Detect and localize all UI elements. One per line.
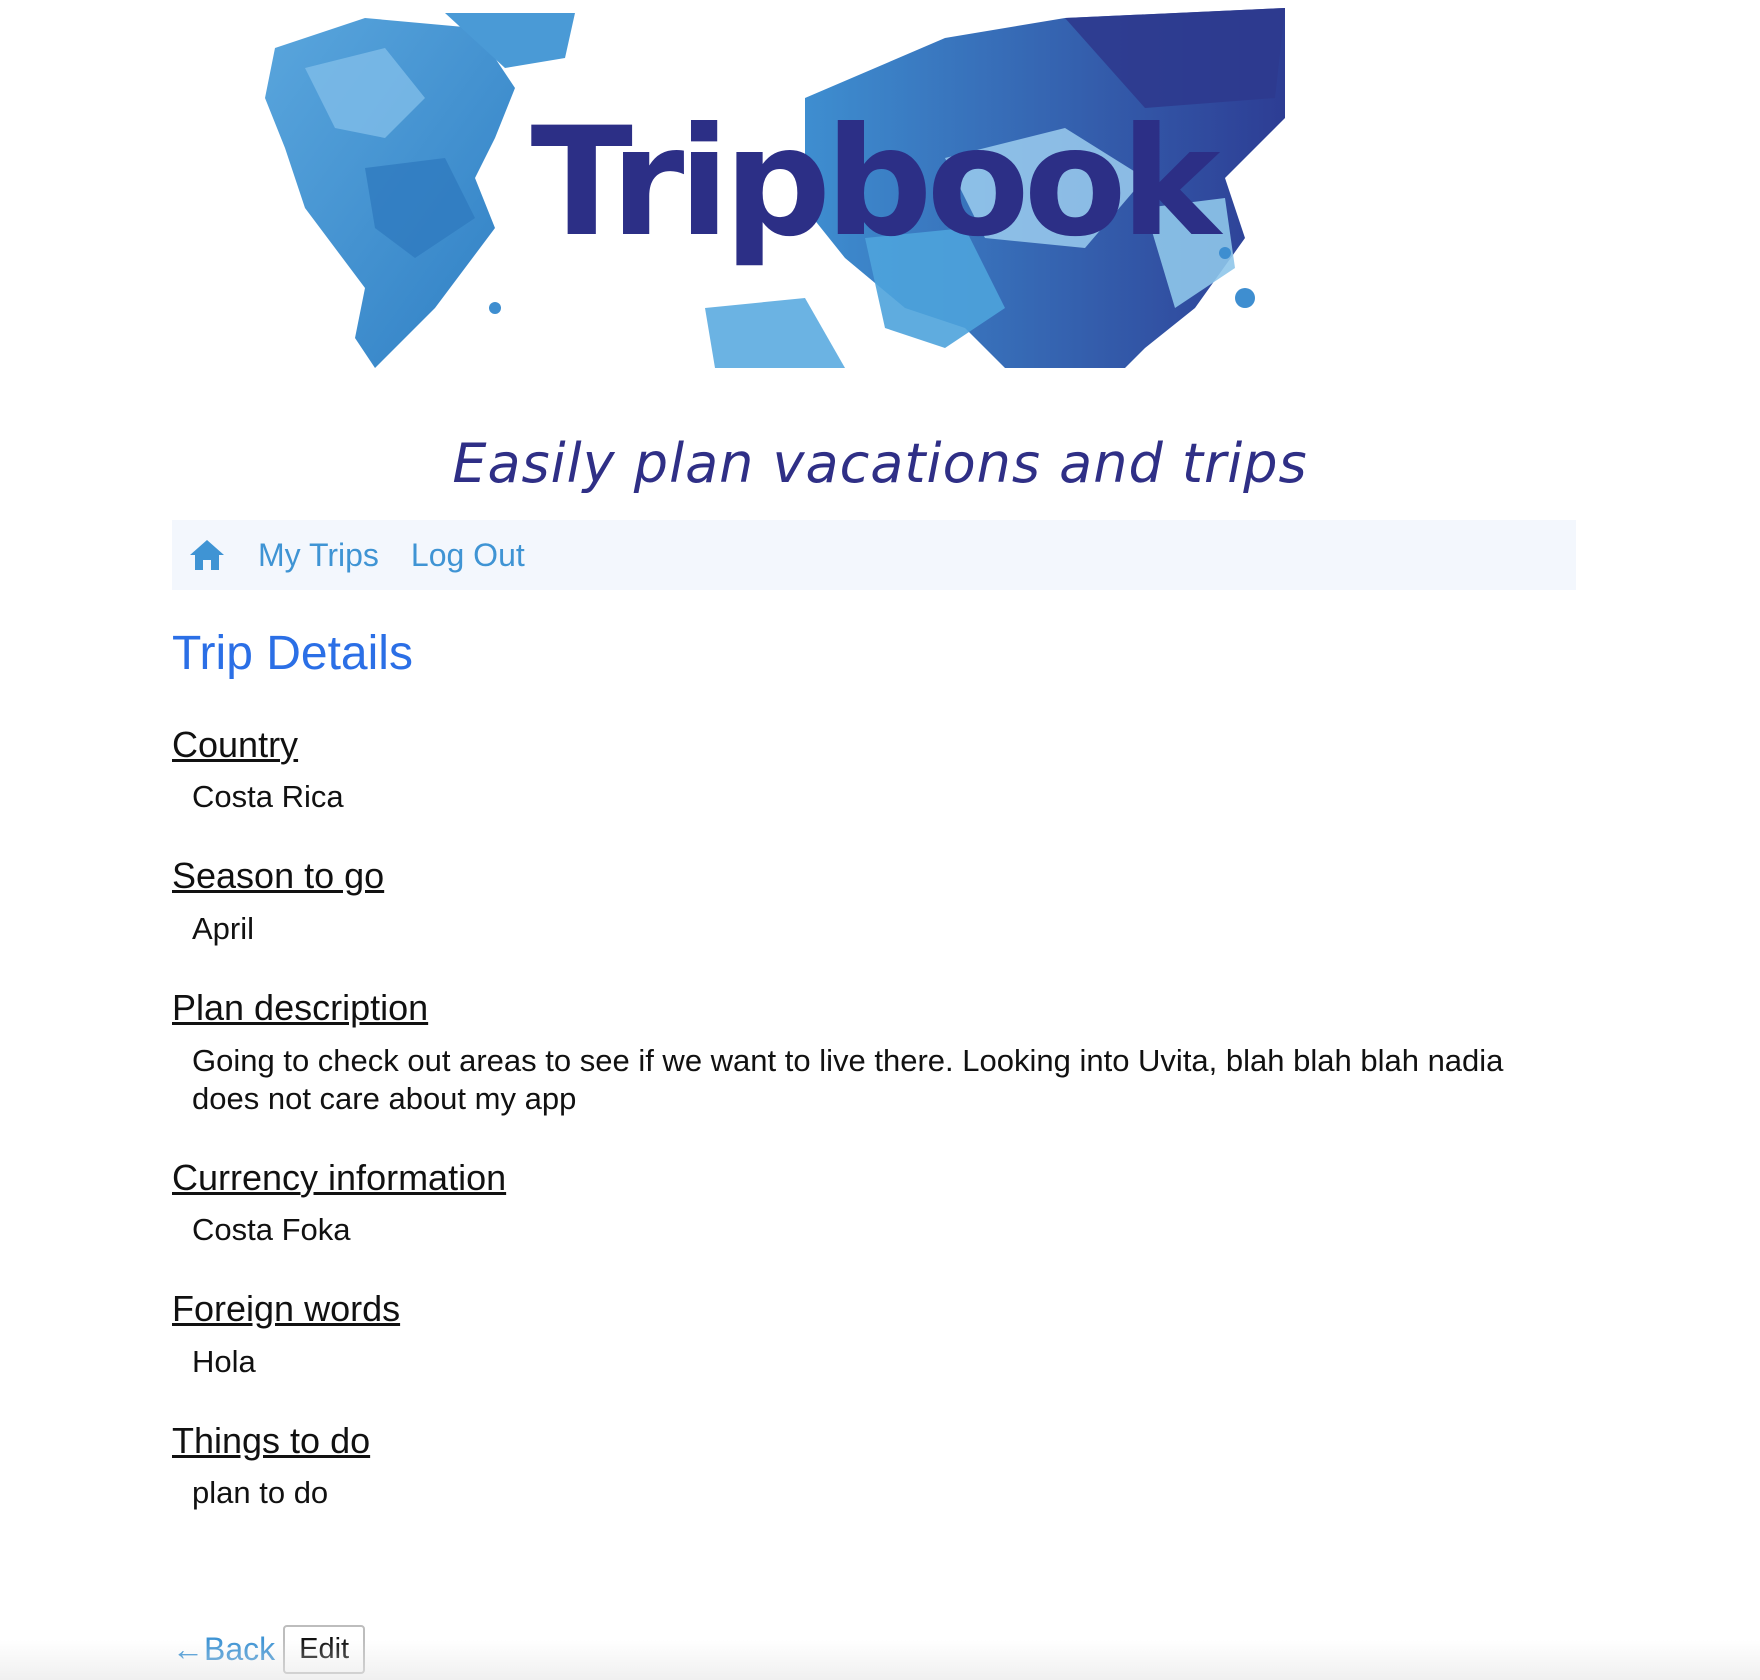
field-value: April <box>192 910 255 946</box>
field-label: Currency information <box>172 1156 507 1198</box>
page-title: Trip Details <box>172 627 413 680</box>
nav-link-my-trips[interactable]: My Trips <box>258 537 379 574</box>
field-label: Foreign words <box>172 1288 401 1330</box>
field-label: Things to do <box>172 1419 371 1461</box>
nav-bar: My Trips Log Out <box>172 520 1576 590</box>
field-label: Season to go <box>172 855 385 897</box>
field-label: Plan description <box>172 986 429 1028</box>
field-currency: Currency information Costa Foka <box>172 1156 1576 1250</box>
field-value: Costa Foka <box>192 1212 351 1248</box>
field-value: plan to do <box>192 1475 329 1511</box>
tripbook-banner: Tripbook <box>245 8 1500 368</box>
field-value: Costa Rica <box>192 779 344 815</box>
field-season: Season to go April <box>172 856 1576 948</box>
field-things-to-do: Things to do plan to do <box>172 1421 1576 1513</box>
field-plan-description: Plan description Going to check out area… <box>172 988 1576 1118</box>
tagline: Easily plan vacations and trips <box>452 432 1308 495</box>
field-label: Country <box>172 723 299 765</box>
logo-text: Tripbook <box>530 96 1221 270</box>
field-foreign-words: Foreign words Hola <box>172 1289 1576 1381</box>
home-icon[interactable] <box>188 538 226 572</box>
field-value: Going to check out areas to see if we wa… <box>192 1042 1504 1116</box>
field-value: Hola <box>192 1343 256 1379</box>
bottom-shade <box>0 1640 1760 1680</box>
trip-details-content: Trip Details Country Costa Rica Season t… <box>172 627 1576 1513</box>
nav-link-log-out[interactable]: Log Out <box>411 537 525 574</box>
field-country: Country Costa Rica <box>172 725 1576 817</box>
